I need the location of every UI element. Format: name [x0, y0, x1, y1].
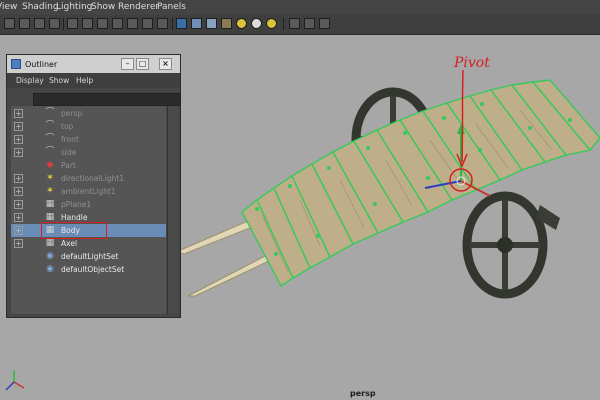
wireframe-on-shaded-icon[interactable]: [206, 18, 217, 29]
outliner-item-label: ambientLight1: [61, 187, 116, 196]
group-icon: ◆: [46, 160, 54, 170]
outliner-app-icon: [11, 59, 21, 69]
field-chart-icon[interactable]: [127, 18, 138, 29]
camera-icon: ⌒: [45, 108, 55, 118]
mesh-icon: ▦: [45, 238, 55, 248]
near-wheel: [462, 191, 560, 299]
outliner-item-label: defaultObjectSet: [61, 265, 125, 274]
grid-icon[interactable]: [67, 18, 78, 29]
set-icon: ◉: [46, 264, 54, 274]
outliner-item-label: defaultLightSet: [61, 252, 119, 261]
outliner-menu-display[interactable]: Display: [16, 76, 44, 85]
light-icon: ✶: [46, 186, 54, 196]
select-camera-icon[interactable]: [4, 18, 15, 29]
outliner-title-bar[interactable]: Outliner – □ ×: [7, 55, 180, 73]
expand-icon[interactable]: +: [14, 239, 23, 248]
camera-label: persp: [350, 389, 376, 398]
toolbar-separator: [172, 18, 173, 30]
outliner-item-label: side: [61, 148, 77, 157]
outliner-item-label: persp: [61, 109, 83, 118]
outliner-item-side[interactable]: + ⌒ side: [11, 146, 166, 159]
outliner-menu-help[interactable]: Help: [76, 76, 93, 85]
minimize-icon[interactable]: –: [121, 58, 134, 70]
resolution-gate-icon[interactable]: [97, 18, 108, 29]
outliner-item-label: Handle: [61, 213, 88, 222]
expand-icon[interactable]: +: [14, 213, 23, 222]
outliner-item-part[interactable]: ◆ Part: [11, 159, 166, 172]
toolbar-separator: [63, 18, 64, 30]
safe-title-icon[interactable]: [157, 18, 168, 29]
smooth-shade-icon[interactable]: [191, 18, 202, 29]
gate-mask-icon[interactable]: [112, 18, 123, 29]
outliner-menu-bar: Display Show Help: [7, 73, 180, 88]
outliner-item-ambientlight1[interactable]: + ✶ ambientLight1: [11, 185, 166, 198]
wireframe-icon[interactable]: [176, 18, 187, 29]
outliner-item-defaultobjectset[interactable]: ◉ defaultObjectSet: [11, 263, 166, 276]
set-icon: ◉: [46, 251, 54, 261]
menu-view[interactable]: View: [0, 2, 17, 12]
bookmark-icon[interactable]: [34, 18, 45, 29]
camera-icon: ⌒: [45, 147, 55, 157]
outliner-item-label: top: [61, 122, 74, 131]
close-icon[interactable]: ×: [159, 58, 172, 70]
xray-icon[interactable]: [304, 18, 315, 29]
light-icon: ✶: [46, 173, 54, 183]
expand-icon[interactable]: +: [14, 109, 23, 118]
toolbar-separator: [283, 18, 284, 30]
menu-shading[interactable]: Shading: [22, 2, 59, 12]
panel-toolbar: [0, 15, 600, 35]
film-gate-icon[interactable]: [82, 18, 93, 29]
maximize-icon[interactable]: □: [136, 58, 149, 70]
isolate-select-icon[interactable]: [289, 18, 300, 29]
safe-action-icon[interactable]: [142, 18, 153, 29]
outliner-item-label: directionalLight1: [61, 174, 125, 183]
outliner-item-front[interactable]: + ⌒ front: [11, 133, 166, 146]
expand-icon[interactable]: +: [14, 226, 23, 235]
outliner-item-directionallight1[interactable]: + ✶ directionalLight1: [11, 172, 166, 185]
outliner-item-pplane1[interactable]: + ▦ pPlane1: [11, 198, 166, 211]
panel-menu-bar: View Shading Lighting Show Renderer Pane…: [0, 0, 600, 15]
image-plane-icon[interactable]: [49, 18, 60, 29]
pivot-label: Pivot: [454, 55, 490, 71]
expand-icon[interactable]: +: [14, 200, 23, 209]
axis-gizmo: [5, 370, 25, 391]
outliner-item-label: Axel: [61, 239, 78, 248]
outliner-item-body[interactable]: + ▦ Body: [11, 222, 166, 239]
menu-show[interactable]: Show: [91, 2, 115, 12]
camera-attributes-icon[interactable]: [19, 18, 30, 29]
textured-icon[interactable]: [221, 18, 232, 29]
outliner-menu-show[interactable]: Show: [49, 76, 69, 85]
outliner-item-axel[interactable]: + ▦ Axel: [11, 237, 166, 250]
outliner-item-label: front: [61, 135, 79, 144]
menu-renderer[interactable]: Renderer: [118, 2, 159, 12]
shadows-icon[interactable]: [251, 18, 262, 29]
outliner-item-defaultlightset[interactable]: ◉ defaultLightSet: [11, 250, 166, 263]
outliner-item-label: Part: [61, 161, 76, 170]
expand-icon[interactable]: +: [14, 148, 23, 157]
outliner-item-persp[interactable]: + ⌒ persp: [11, 107, 166, 120]
expand-icon[interactable]: +: [14, 174, 23, 183]
expand-icon[interactable]: +: [14, 135, 23, 144]
xray-joints-icon[interactable]: [319, 18, 330, 29]
light-toggle-icon[interactable]: [266, 18, 277, 29]
expand-icon[interactable]: +: [14, 122, 23, 131]
outliner-list: + ⌒ persp + ⌒ top + ⌒ front + ⌒ side ◆ Part + ✶ directio…: [11, 106, 166, 314]
outliner-filter-field[interactable]: [33, 93, 181, 106]
expand-icon[interactable]: +: [14, 187, 23, 196]
outliner-window: Outliner – □ × Display Show Help + ⌒ persp…: [6, 54, 181, 318]
use-all-lights-icon[interactable]: [236, 18, 247, 29]
camera-icon: ⌒: [45, 134, 55, 144]
menu-panels[interactable]: Panels: [157, 2, 186, 12]
camera-icon: ⌒: [45, 121, 55, 131]
mesh-icon: ▦: [45, 199, 55, 209]
outliner-item-label: pPlane1: [61, 200, 92, 209]
outliner-item-top[interactable]: + ⌒ top: [11, 120, 166, 133]
mesh-icon: ▦: [45, 212, 55, 222]
outliner-title: Outliner: [25, 60, 58, 69]
outliner-scrollbar[interactable]: [167, 106, 178, 314]
menu-lighting[interactable]: Lighting: [56, 2, 92, 12]
